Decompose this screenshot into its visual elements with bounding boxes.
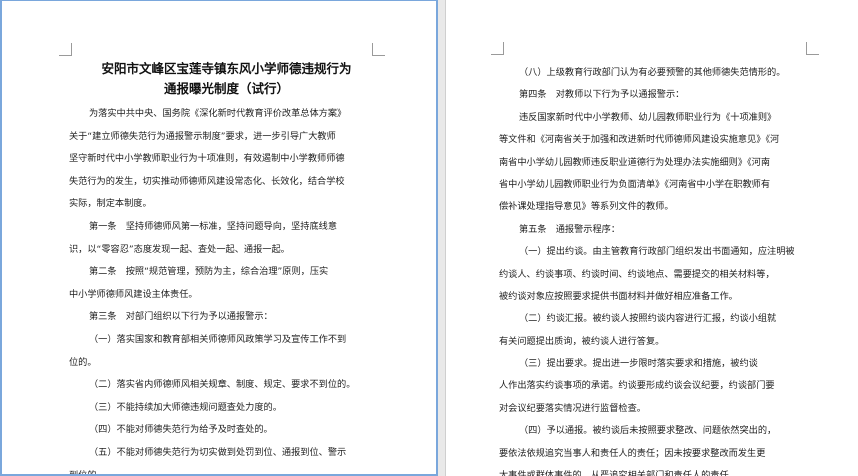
text-line: （二）落实省内师德师风相关规章、制度、规定、要求不到位的。 bbox=[89, 379, 356, 391]
text-line: （一）落实国家和教育部相关师德师风政策学习及宣传工作不到 bbox=[89, 333, 347, 345]
document-title-line-2: 通报曝光制度（试行） bbox=[163, 81, 289, 96]
text-line: 第三条 对部门组织以下行为予以通报警示： bbox=[89, 311, 273, 323]
text-line: 要依法依规追究当事人和责任人的责任；因未按要求整改而发生更 bbox=[499, 447, 766, 459]
text-line: （四）予以通报。被约谈后未按照要求整改、问题依然突出的， bbox=[519, 425, 777, 437]
text-line: 坚守新时代中小学教师职业行为十项准则，有效遏制中小学教师师德 bbox=[69, 153, 345, 165]
text-line: （一）提出约谈。由主管教育行政部门组织发出书面通知，应注明被 bbox=[519, 246, 795, 258]
text-line: 被约谈对象应按照要求提供书面材料并做好相应准备工作。 bbox=[499, 290, 738, 302]
left-paragraphs: 为落实中共中央、国务院《深化新时代教育评价改革总体方案》关于“建立师德失范行为通… bbox=[69, 103, 384, 476]
crop-mark-top-right bbox=[372, 43, 385, 56]
document-page-left[interactable]: 安阳市文峰区宝莲寺镇东风小学师德违规行为 通报曝光制度（试行） 为落实中共中央、… bbox=[0, 0, 438, 476]
text-line: （三）不能持续加大师德违规问题查处力度的。 bbox=[89, 401, 282, 413]
text-line: （三）提出要求。提出进一步限时落实要求和措施，被约谈 bbox=[519, 358, 758, 370]
text-line: 对会议纪要落实情况进行监督检查。 bbox=[499, 402, 646, 414]
crop-mark-top-left bbox=[491, 42, 504, 55]
text-line: 违反国家新时代中小学教师、幼儿园教师职业行为《十项准则》 bbox=[519, 111, 777, 123]
document-title-line-1: 安阳市文峰区宝莲寺镇东风小学师德违规行为 bbox=[101, 61, 352, 76]
text-line: （四）不能对师德失范行为给予及时查处的。 bbox=[89, 424, 273, 436]
right-page-body: （八）上级教育行政部门认为有必要预警的其他师德失范情形的。 第四条 对教师以下行为… bbox=[499, 62, 819, 476]
text-line: 失范行为的发生，切实推动师德师风建设常态化、长效化，结合学校 bbox=[69, 175, 345, 187]
text-line: 第四条 对教师以下行为予以通报警示： bbox=[519, 89, 685, 101]
text-line: 第二条 按照“规范管理，预防为主，综合治理”原则，压实 bbox=[89, 266, 329, 278]
text-line: 关于“建立师德失范行为通报警示制度”要求，进一步引导广大教师 bbox=[69, 130, 336, 142]
crop-mark-top-right bbox=[806, 42, 819, 55]
document-page-right[interactable]: （八）上级教育行政部门认为有必要预警的其他师德失范情形的。 第四条 对教师以下行为… bbox=[445, 0, 858, 476]
text-line: （八）上级教育行政部门认为有必要预警的其他师德失范情形的。 bbox=[519, 67, 786, 78]
text-line: 为落实中共中央、国务院《深化新时代教育评价改革总体方案》 bbox=[89, 108, 347, 119]
left-page-body: 安阳市文峰区宝莲寺镇东风小学师德违规行为 通报曝光制度（试行） 为落实中共中央、… bbox=[69, 59, 384, 476]
crop-mark-top-left bbox=[59, 43, 72, 56]
text-line: 等文件和《河南省关于加强和改进新时代师德师风建设实施意见》《河 bbox=[499, 134, 780, 146]
text-line: 有关问题提出质询，被约谈人进行答复。 bbox=[499, 335, 665, 347]
text-line: 人作出落实约谈事项的承诺。约谈要形成约谈会议纪要，约谈部门要 bbox=[499, 380, 775, 392]
text-line: 中小学师德师风建设主体责任。 bbox=[69, 288, 198, 300]
text-line: 大事件或群体事件的，从严追究相关部门和责任人的责任。 bbox=[499, 470, 738, 476]
text-line: （五）不能对师德失范行为切实做到处罚到位、通报到位、警示 bbox=[89, 446, 347, 458]
text-line: 识，以“零容忍”态度发现一起、查处一起、通报一起。 bbox=[69, 243, 290, 255]
text-line: （二）约谈汇报。被约谈人按照约谈内容进行汇报，约谈小组就 bbox=[519, 313, 777, 325]
text-line: 实际，制定本制度。 bbox=[69, 198, 152, 210]
text-line: 到位的。 bbox=[69, 469, 106, 476]
text-line: 约谈人、约谈事项、约谈时间、约谈地点、需要提交的相关材料等， bbox=[499, 268, 775, 280]
text-line: 第五条 通报警示程序： bbox=[519, 223, 621, 235]
right-paragraphs: （八）上级教育行政部门认为有必要预警的其他师德失范情形的。 第四条 对教师以下行为… bbox=[499, 62, 819, 476]
text-line: 偿补课处理指导意见》等系列文件的教师。 bbox=[499, 201, 674, 213]
text-line: 位的。 bbox=[69, 356, 97, 368]
text-line: 第一条 坚持师德师风第一标准，坚持问题导向，坚持底线意 bbox=[89, 220, 338, 232]
text-line: 南省中小学幼儿园教师违反职业道德行为处理办法实施细则》《河南 bbox=[499, 156, 771, 168]
text-line: 省中小学幼儿园教师职业行为负面清单》《河南省中小学在职教师有 bbox=[499, 178, 771, 190]
